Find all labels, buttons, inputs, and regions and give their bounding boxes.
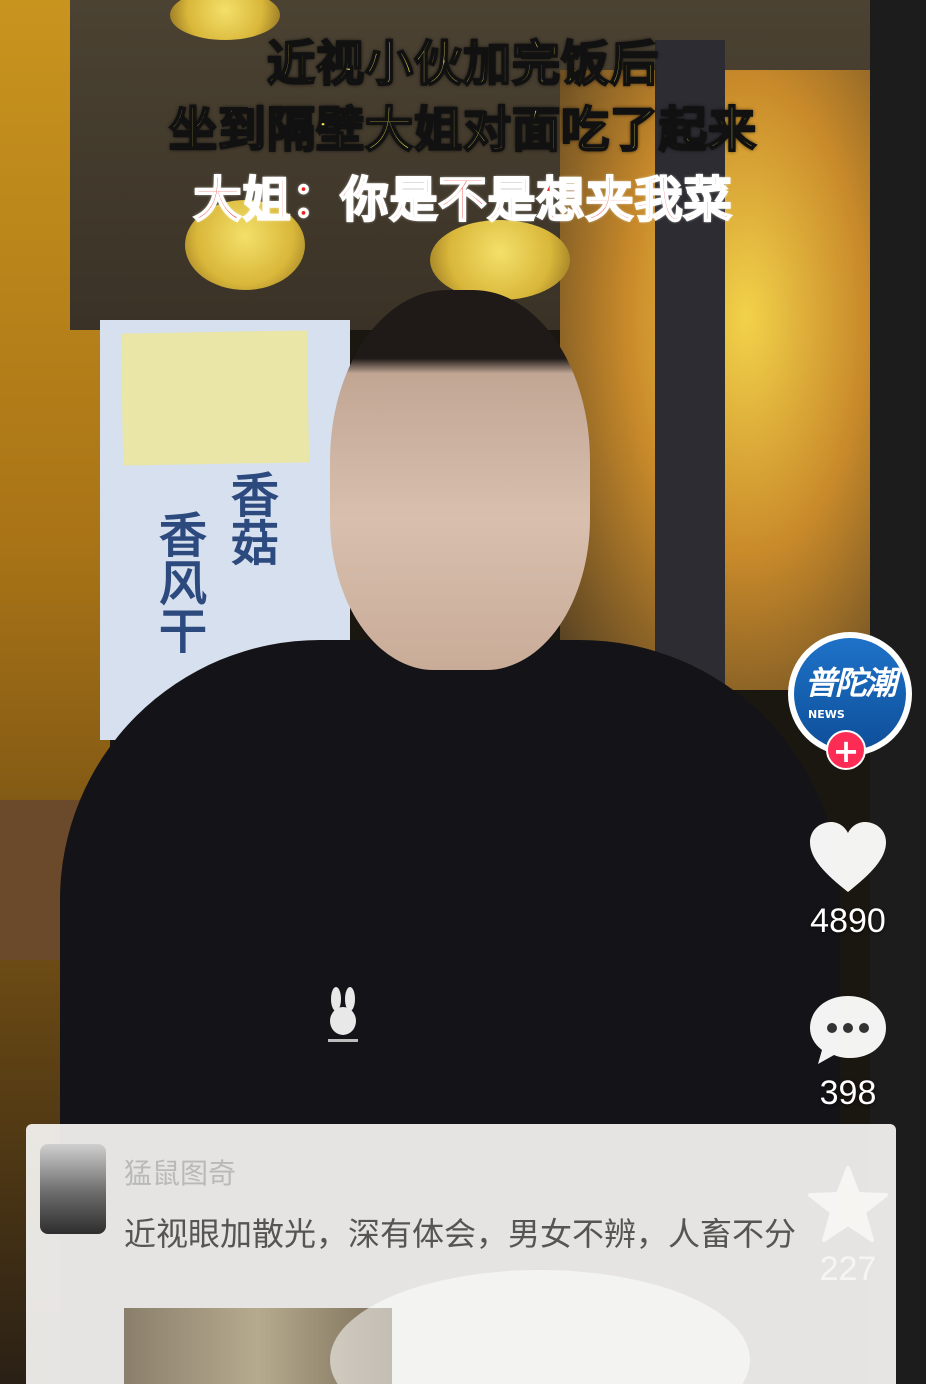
plus-icon: + bbox=[832, 732, 860, 770]
like-button[interactable]: 4890 bbox=[800, 818, 896, 941]
avatar-logo-news: NEWS bbox=[808, 708, 845, 721]
caption-line-2: 坐到隔壁大姐对面吃了起来 bbox=[168, 101, 757, 159]
shirt-logo bbox=[328, 987, 358, 1042]
sign-text: 香风干 bbox=[150, 510, 206, 654]
follow-button[interactable]: + bbox=[826, 730, 866, 770]
lamp bbox=[430, 220, 570, 300]
like-count: 4890 bbox=[810, 902, 886, 940]
comment-text: 近视眼加散光，深有体会，男女不辨，人畜不分 bbox=[124, 1215, 797, 1253]
person-head bbox=[330, 290, 590, 670]
video-stage[interactable]: 香菇 香风干 近视小伙加完饭后 坐到隔壁大姐对面吃了起来 大姐：你是不是想夹我菜… bbox=[0, 0, 926, 1384]
comment-count: 398 bbox=[819, 1074, 877, 1112]
caption-line-1: 近视小伙加完饭后 bbox=[266, 35, 659, 93]
sign-text: 香菇 bbox=[222, 470, 278, 566]
caption-line-3: 大姐：你是不是想夹我菜 bbox=[192, 171, 733, 229]
comment-bubble-icon bbox=[810, 996, 886, 1064]
background-note bbox=[120, 330, 310, 466]
commenter-avatar[interactable] bbox=[40, 1144, 106, 1234]
commenter-name[interactable]: 猛鼠图奇 bbox=[124, 1152, 236, 1192]
avatar-logo-text: 普陀潮 bbox=[804, 664, 897, 702]
comment-button[interactable]: 398 bbox=[800, 992, 896, 1113]
heart-icon bbox=[810, 822, 886, 892]
